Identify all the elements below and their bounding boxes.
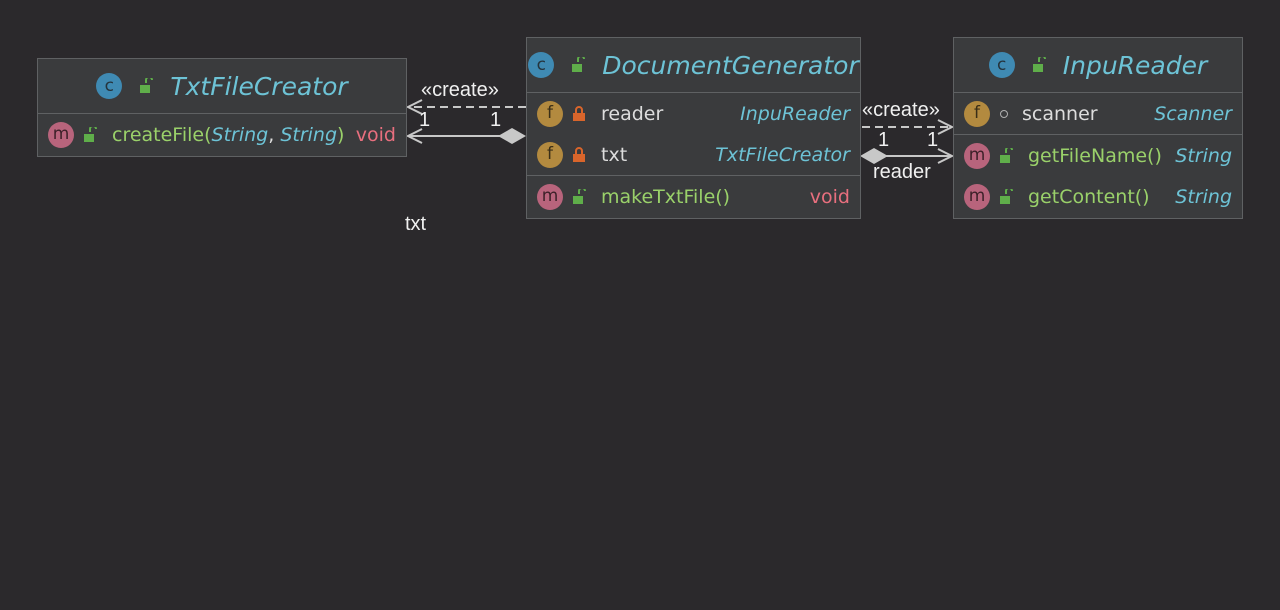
paren-close: )	[337, 123, 345, 146]
method-parens: ()	[715, 185, 731, 208]
aggregation-diamond-icon	[498, 128, 526, 144]
class-name: DocumentGenerator	[602, 50, 859, 80]
field-name: txt	[601, 143, 628, 166]
method-name: createFile	[112, 123, 205, 146]
field-row-reader[interactable]: f reader InpuReader	[527, 93, 860, 134]
return-type: void	[355, 123, 396, 146]
field-row-scanner[interactable]: f scanner Scanner	[954, 93, 1242, 134]
method-row-maketxtfile[interactable]: m makeTxtFile() void	[527, 176, 860, 217]
paren-open: (	[204, 123, 212, 146]
method-parens: ()	[1147, 144, 1162, 167]
create-dependency-inpureader	[862, 119, 955, 135]
method-row-getfilename[interactable]: m getFileName() String	[954, 135, 1242, 176]
class-header: c DocumentGenerator	[527, 38, 860, 93]
unlock-icon	[573, 188, 586, 204]
field-name: scanner	[1022, 102, 1098, 125]
return-type: String	[1175, 144, 1232, 167]
create-label-right: «create»	[862, 99, 940, 121]
class-header: c TxtFileCreator	[38, 59, 406, 114]
fields-section: f reader InpuReader f txt TxtFileCreator	[527, 93, 860, 176]
unlock-icon	[140, 78, 154, 93]
fields-section: f scanner Scanner	[954, 93, 1242, 135]
methods-section: m createFile(String, String) void	[38, 114, 406, 155]
field-type: TxtFileCreator	[715, 143, 850, 166]
unlock-icon	[84, 126, 97, 142]
unlock-icon	[1032, 57, 1046, 72]
return-type: void	[809, 185, 850, 208]
field-type: Scanner	[1154, 102, 1232, 125]
unlock-icon	[572, 57, 586, 72]
class-c-icon: c	[988, 52, 1015, 78]
class-name: TxtFileCreator	[170, 71, 348, 101]
methods-section: m getFileName() String m getContent() St…	[954, 135, 1242, 217]
create-label-left: «create»	[421, 79, 499, 101]
method-m-icon: m	[964, 142, 990, 169]
method-row-createfile[interactable]: m createFile(String, String) void	[38, 114, 406, 155]
multiplicity-txt-source: 1	[490, 109, 502, 131]
package-dot-icon	[1000, 109, 1008, 118]
uml-class-diagram: «create» 1 1 txt «create» 1 1 reader c T…	[0, 0, 1280, 610]
method-name: makeTxtFile	[601, 185, 716, 208]
method-name: getContent	[1028, 185, 1135, 208]
class-header: c InpuReader	[954, 38, 1242, 93]
method-m-icon: m	[537, 183, 563, 210]
class-documentgenerator[interactable]: c DocumentGenerator f reader InpuReader …	[526, 37, 861, 219]
field-name: reader	[601, 102, 664, 125]
method-m-icon: m	[48, 121, 74, 148]
lock-icon	[573, 105, 585, 121]
multiplicity-reader-target: 1	[927, 129, 939, 151]
method-m-icon: m	[964, 183, 990, 210]
lock-icon	[573, 146, 585, 162]
method-parens: ()	[1134, 185, 1150, 208]
class-inpureader[interactable]: c InpuReader f scanner Scanner m getFile…	[953, 37, 1243, 219]
multiplicity-txt-target: 1	[419, 109, 431, 131]
return-type: String	[1175, 185, 1232, 208]
methods-section: m makeTxtFile() void	[527, 176, 860, 217]
field-f-icon: f	[537, 141, 563, 168]
class-c-icon: c	[96, 73, 123, 99]
method-name: getFileName	[1028, 144, 1148, 167]
role-label-reader: reader	[873, 161, 931, 183]
class-txtfilecreator[interactable]: c TxtFileCreator m createFile(String, St…	[37, 58, 407, 157]
field-f-icon: f	[537, 100, 563, 127]
multiplicity-reader-source: 1	[878, 129, 890, 151]
param-comma: ,	[268, 123, 275, 146]
role-label-txt: txt	[405, 213, 427, 235]
unlock-icon	[1000, 147, 1013, 163]
class-name: InpuReader	[1062, 50, 1208, 80]
param-type: String	[211, 123, 269, 146]
method-row-getcontent[interactable]: m getContent() String	[954, 176, 1242, 217]
unlock-icon	[1000, 188, 1013, 204]
field-row-txt[interactable]: f txt TxtFileCreator	[527, 134, 860, 175]
field-type: InpuReader	[740, 102, 850, 125]
field-f-icon: f	[964, 100, 990, 127]
class-c-icon: c	[528, 52, 555, 78]
param-type: String	[280, 123, 338, 146]
